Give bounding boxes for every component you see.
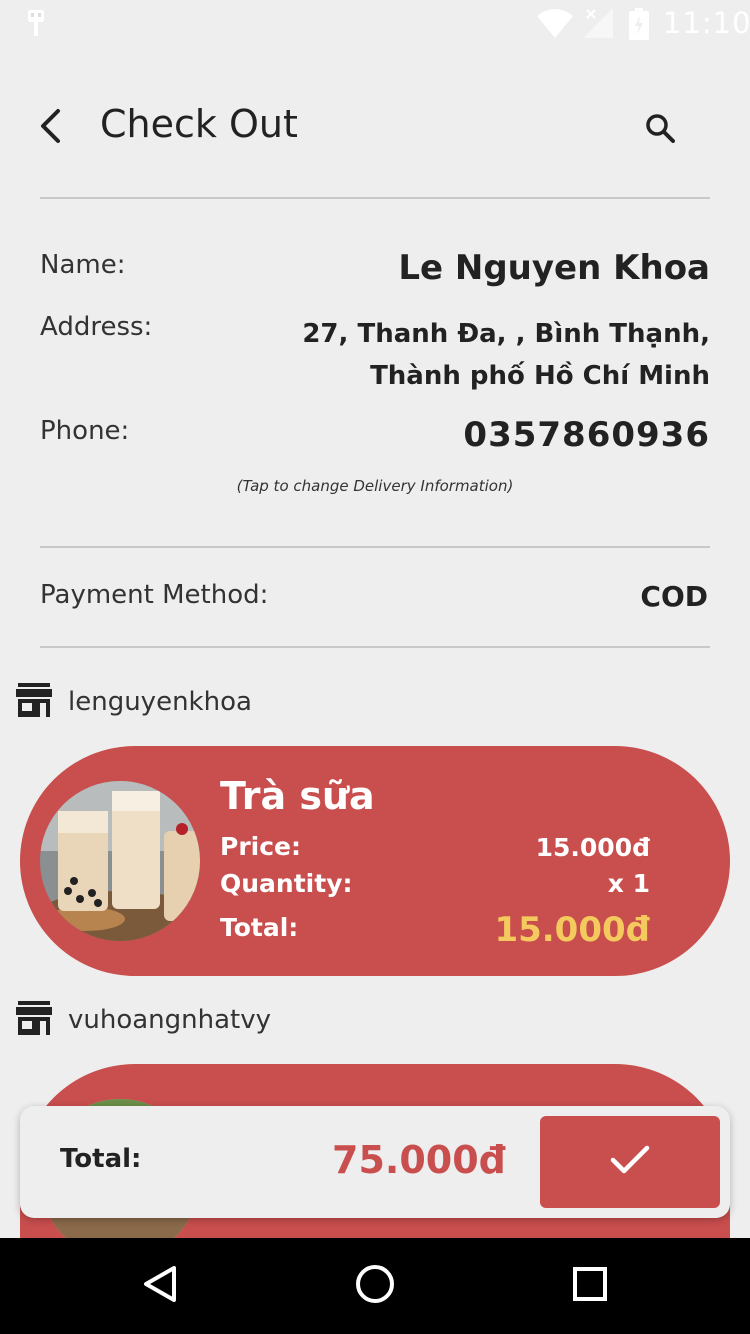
battery-icon <box>629 8 649 44</box>
nav-home-button[interactable] <box>349 1260 401 1312</box>
grand-total-label: Total: <box>60 1144 142 1174</box>
app-bar: Check Out <box>0 88 750 168</box>
grand-total-value: 75.000đ <box>332 1138 506 1182</box>
check-icon <box>610 1144 650 1180</box>
confirm-order-button[interactable] <box>540 1116 720 1208</box>
search-icon <box>645 113 675 147</box>
header-divider <box>40 197 710 199</box>
arrow-back-icon <box>38 108 62 148</box>
address-label: Address: <box>40 312 153 342</box>
clock: 11:10 <box>663 6 750 40</box>
phone-value: 0357860936 <box>463 415 710 455</box>
back-button[interactable] <box>30 108 70 148</box>
phone-label: Phone: <box>40 416 130 446</box>
page-title: Check Out <box>100 102 298 146</box>
payment-method-label: Payment Method: <box>40 580 269 610</box>
address-value: 27, Thanh Đa, , Bình Thạnh, Thành phố Hồ… <box>290 313 710 397</box>
shop-header: lenguyenkhoa <box>16 682 252 722</box>
price-value: 15.000đ <box>535 833 650 862</box>
name-label: Name: <box>40 250 126 280</box>
payment-method-value[interactable]: COD <box>640 580 708 613</box>
search-button[interactable] <box>638 108 682 152</box>
product-image <box>40 781 200 941</box>
nav-recents-button[interactable] <box>564 1260 616 1312</box>
store-icon <box>16 683 52 721</box>
nav-back-button[interactable] <box>134 1260 186 1312</box>
price-label: Price: <box>220 832 301 861</box>
shop-name: lenguyenkhoa <box>68 687 252 717</box>
system-nav-bar <box>0 1238 750 1334</box>
status-bar: 11:10 <box>0 0 750 48</box>
quantity-label: Quantity: <box>220 869 353 898</box>
address-line-1: 27, Thanh Đa, , Bình Thạnh, <box>302 319 710 349</box>
notification-icon <box>26 10 46 40</box>
shop-header: vuhoangnhatvy <box>16 1000 271 1040</box>
delivery-hint: (Tap to change Delivery Information) <box>236 477 514 495</box>
product-name: Trà sữa <box>220 774 375 818</box>
square-recents-icon <box>572 1266 608 1306</box>
triangle-back-icon <box>142 1265 178 1307</box>
checkout-bar: Total: 75.000đ <box>20 1106 730 1218</box>
item-total-label: Total: <box>220 913 299 942</box>
order-item-card[interactable]: Trà sữa Price: 15.000đ Quantity: x 1 Tot… <box>20 746 730 976</box>
store-icon <box>16 1001 52 1039</box>
quantity-value: x 1 <box>607 869 650 898</box>
delivery-divider <box>40 546 710 548</box>
circle-home-icon <box>355 1264 395 1308</box>
payment-divider <box>40 646 710 648</box>
wifi-icon <box>537 8 573 42</box>
cell-signal-icon <box>583 8 613 42</box>
name-value: Le Nguyen Khoa <box>398 248 710 288</box>
item-total-value: 15.000đ <box>494 910 650 950</box>
shop-name: vuhoangnhatvy <box>68 1005 272 1035</box>
address-line-2: Thành phố Hồ Chí Minh <box>370 361 710 391</box>
delivery-info[interactable]: Name: Le Nguyen Khoa Address: 27, Thanh … <box>40 240 710 510</box>
